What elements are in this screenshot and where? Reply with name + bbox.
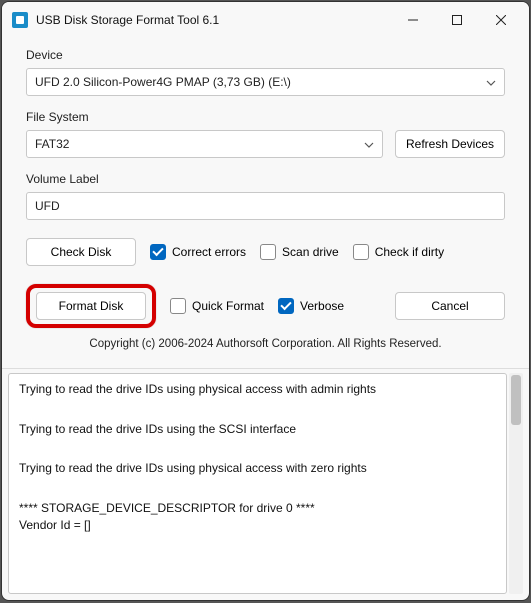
app-icon xyxy=(12,12,28,28)
checkbox-icon xyxy=(278,298,294,314)
device-value: UFD 2.0 Silicon-Power4G PMAP (3,73 GB) (… xyxy=(35,75,291,89)
format-disk-highlight: Format Disk xyxy=(26,284,156,328)
log-line: Trying to read the drive IDs using physi… xyxy=(19,461,496,477)
log-line: Trying to read the drive IDs using physi… xyxy=(19,382,496,398)
refresh-devices-button[interactable]: Refresh Devices xyxy=(395,130,505,158)
format-disk-button[interactable]: Format Disk xyxy=(36,292,146,320)
correct-errors-label: Correct errors xyxy=(172,245,246,259)
scan-drive-checkbox[interactable]: Scan drive xyxy=(260,244,339,260)
log-line: Trying to read the drive IDs using the S… xyxy=(19,422,496,438)
checkbox-icon xyxy=(353,244,369,260)
filesystem-section: File System FAT32 Refresh Devices xyxy=(26,110,505,158)
quick-format-label: Quick Format xyxy=(192,299,264,313)
filesystem-label: File System xyxy=(26,110,505,124)
log-line: Vendor Id = [] xyxy=(19,518,496,534)
filesystem-select[interactable]: FAT32 xyxy=(26,130,383,158)
device-section: Device UFD 2.0 Silicon-Power4G PMAP (3,7… xyxy=(26,48,505,96)
check-if-dirty-checkbox[interactable]: Check if dirty xyxy=(353,244,444,260)
verbose-label: Verbose xyxy=(300,299,344,313)
checkbox-icon xyxy=(170,298,186,314)
check-row: Check Disk Correct errors Scan drive Che… xyxy=(26,238,505,266)
checkbox-icon xyxy=(150,244,166,260)
device-select[interactable]: UFD 2.0 Silicon-Power4G PMAP (3,73 GB) (… xyxy=(26,68,505,96)
minimize-button[interactable] xyxy=(391,5,435,35)
verbose-checkbox[interactable]: Verbose xyxy=(278,298,344,314)
window-title: USB Disk Storage Format Tool 6.1 xyxy=(36,13,391,27)
volume-label-text: Volume Label xyxy=(26,172,505,186)
scan-drive-label: Scan drive xyxy=(282,245,339,259)
correct-errors-checkbox[interactable]: Correct errors xyxy=(150,244,246,260)
maximize-button[interactable] xyxy=(435,5,479,35)
log-line: **** STORAGE_DEVICE_DESCRIPTOR for drive… xyxy=(19,501,496,517)
copyright-text: Copyright (c) 2006-2024 Authorsoft Corpo… xyxy=(26,328,505,360)
main-content: Device UFD 2.0 Silicon-Power4G PMAP (3,7… xyxy=(2,38,529,368)
checkbox-icon xyxy=(260,244,276,260)
volume-label-input[interactable]: UFD xyxy=(26,192,505,220)
check-disk-button[interactable]: Check Disk xyxy=(26,238,136,266)
chevron-down-icon xyxy=(364,137,374,151)
chevron-down-icon xyxy=(486,75,496,89)
device-label: Device xyxy=(26,48,505,62)
filesystem-value: FAT32 xyxy=(35,137,69,151)
log-scrollbar[interactable] xyxy=(509,373,523,594)
cancel-button[interactable]: Cancel xyxy=(395,292,505,320)
window-controls xyxy=(391,5,523,35)
scrollbar-thumb[interactable] xyxy=(511,375,521,425)
log-container: Trying to read the drive IDs using physi… xyxy=(2,368,529,600)
volume-value: UFD xyxy=(35,199,60,213)
log-output[interactable]: Trying to read the drive IDs using physi… xyxy=(8,373,507,594)
close-button[interactable] xyxy=(479,5,523,35)
check-if-dirty-label: Check if dirty xyxy=(375,245,444,259)
volume-section: Volume Label UFD xyxy=(26,172,505,220)
format-row: Format Disk Quick Format Verbose Cancel xyxy=(26,284,505,328)
quick-format-checkbox[interactable]: Quick Format xyxy=(170,298,264,314)
titlebar: USB Disk Storage Format Tool 6.1 xyxy=(2,2,529,38)
app-window: USB Disk Storage Format Tool 6.1 Device … xyxy=(1,1,530,601)
